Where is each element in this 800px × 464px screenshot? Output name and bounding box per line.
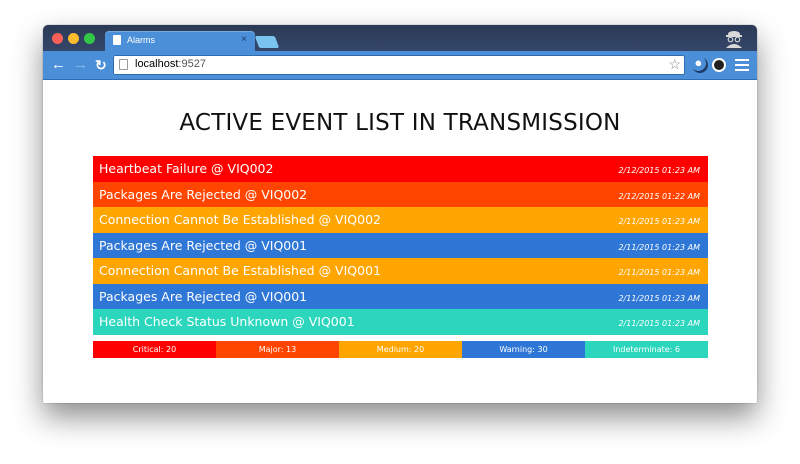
event-row[interactable]: Packages Are Rejected @ VIQ001 2/11/2015 … — [93, 232, 708, 258]
browser-tab[interactable]: Alarms × — [105, 31, 255, 51]
url-text: localhost:9527 — [135, 58, 206, 70]
event-time: 2/11/2015 01:23 AM — [618, 268, 700, 277]
tab-title: Alarms — [127, 35, 156, 45]
close-window-button[interactable] — [52, 33, 63, 44]
address-bar[interactable]: localhost:9527 ☆ — [113, 55, 685, 75]
event-name: Connection Cannot Be Established @ VIQ00… — [99, 263, 381, 278]
globe-extension-icon[interactable] — [692, 57, 708, 73]
url-host: localhost — [135, 58, 179, 70]
event-time: 2/11/2015 01:23 AM — [618, 319, 700, 328]
event-row[interactable]: Packages Are Rejected @ VIQ001 2/11/2015 … — [93, 283, 708, 309]
url-port: :9527 — [178, 58, 206, 70]
summary-indeterminate[interactable]: Indeterminate: 6 — [585, 341, 708, 358]
summary-medium[interactable]: Medium: 20 — [339, 341, 462, 358]
summary-warning[interactable]: Warning: 30 — [462, 341, 585, 358]
event-list: Heartbeat Failure @ VIQ002 2/12/2015 01:2… — [93, 156, 708, 335]
event-time: 2/11/2015 01:23 AM — [618, 293, 700, 303]
event-name: Packages Are Rejected @ VIQ001 — [99, 288, 308, 304]
page-content: ACTIVE EVENT LIST IN TRANSMISSION Heartb… — [43, 80, 757, 403]
page-title: ACTIVE EVENT LIST IN TRANSMISSION — [179, 110, 621, 136]
event-row[interactable]: Heartbeat Failure @ VIQ002 2/12/2015 01:2… — [93, 156, 708, 182]
reload-icon[interactable]: ↻ — [95, 56, 107, 74]
minimize-window-button[interactable] — [68, 33, 79, 44]
title-bar: Alarms × — [43, 25, 757, 51]
event-row[interactable]: Connection Cannot Be Established @ VIQ00… — [93, 258, 708, 284]
summary-critical[interactable]: Critical: 20 — [93, 341, 216, 358]
back-arrow-icon[interactable]: ← — [51, 56, 66, 74]
event-row[interactable]: Health Check Status Unknown @ VIQ001 2/11… — [93, 309, 708, 335]
event-name: Packages Are Rejected @ VIQ002 — [99, 186, 308, 202]
zoom-window-button[interactable] — [84, 33, 95, 44]
incognito-icon — [723, 28, 745, 48]
clock-extension-icon[interactable] — [712, 58, 726, 72]
event-name: Health Check Status Unknown @ VIQ001 — [99, 314, 355, 329]
event-time: 2/12/2015 01:23 AM — [618, 166, 700, 175]
close-tab-icon[interactable]: × — [241, 34, 247, 45]
new-tab-button[interactable] — [254, 36, 280, 48]
event-time: 2/12/2015 01:22 AM — [618, 191, 700, 201]
browser-window: Alarms × ← → ↻ localhost:9527 ☆ ACTIVE E… — [43, 25, 757, 403]
event-name: Packages Are Rejected @ VIQ001 — [99, 237, 308, 253]
browser-toolbar: ← → ↻ localhost:9527 ☆ — [43, 51, 757, 80]
forward-arrow-icon[interactable]: → — [73, 56, 88, 74]
summary-major[interactable]: Major: 13 — [216, 341, 339, 358]
event-name: Connection Cannot Be Established @ VIQ00… — [99, 212, 381, 227]
page-icon — [113, 35, 121, 45]
severity-summary-bar: Critical: 20 Major: 13 Medium: 20 Warning: … — [93, 341, 708, 358]
event-time: 2/11/2015 01:23 AM — [618, 242, 700, 252]
event-row[interactable]: Connection Cannot Be Established @ VIQ00… — [93, 207, 708, 233]
event-row[interactable]: Packages Are Rejected @ VIQ002 2/12/2015 … — [93, 181, 708, 207]
event-time: 2/11/2015 01:23 AM — [618, 217, 700, 226]
menu-icon[interactable] — [735, 59, 749, 74]
event-name: Heartbeat Failure @ VIQ002 — [99, 161, 274, 176]
document-icon — [119, 59, 128, 70]
bookmark-star-icon[interactable]: ☆ — [668, 56, 681, 73]
